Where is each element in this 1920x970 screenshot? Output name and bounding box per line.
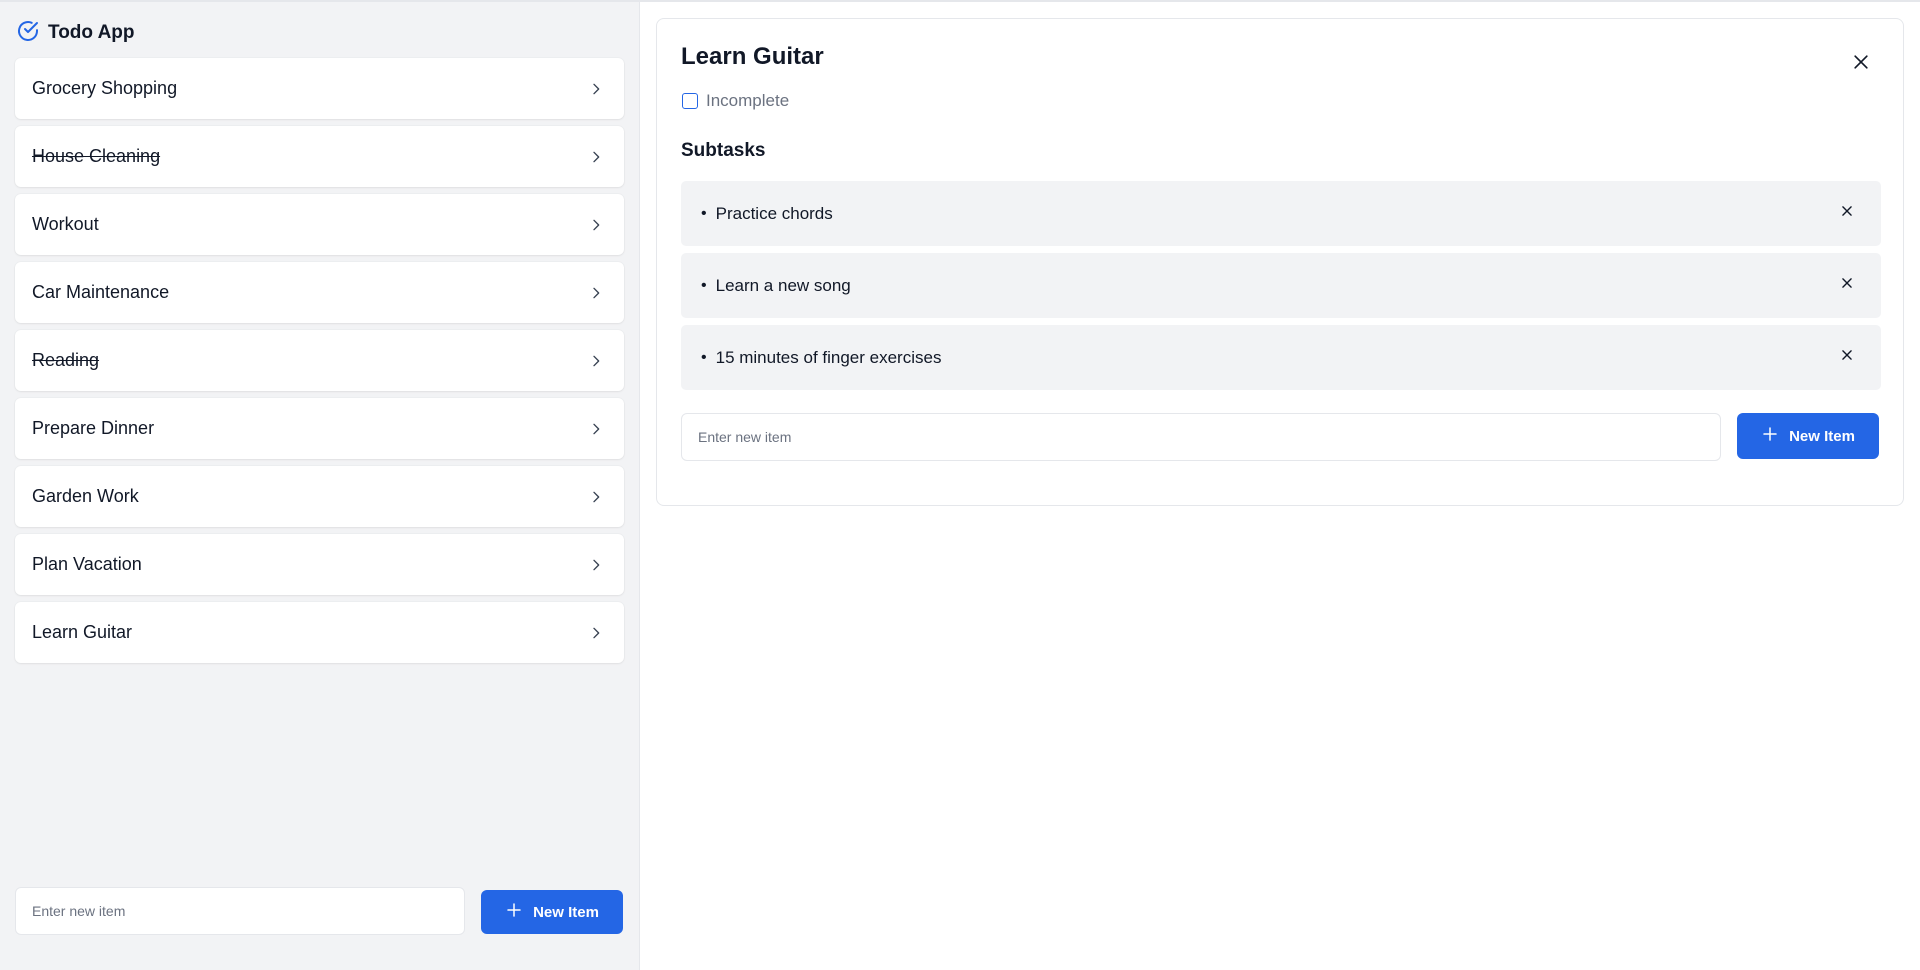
remove-subtask-button[interactable] bbox=[1837, 204, 1857, 224]
subtask-content: • Learn a new song bbox=[701, 276, 851, 296]
close-detail-button[interactable] bbox=[1849, 52, 1873, 76]
chevron-right-icon bbox=[588, 557, 604, 573]
todo-list-item-label: Workout bbox=[32, 214, 99, 234]
chevron-right-icon bbox=[588, 489, 604, 505]
subtask-item: • Practice chords bbox=[681, 181, 1881, 246]
todo-list-item-label: House Cleaning bbox=[32, 146, 161, 166]
todo-list-item[interactable]: Plan Vacation bbox=[15, 534, 624, 595]
new-subtask-input[interactable] bbox=[681, 413, 1721, 461]
todo-detail-card: Learn Guitar Incomplete Subtasks • Practi… bbox=[656, 18, 1904, 506]
remove-subtask-button[interactable] bbox=[1837, 276, 1857, 296]
todo-list-item[interactable]: Car Maintenance bbox=[15, 262, 624, 323]
chevron-right-icon bbox=[588, 81, 604, 97]
todo-list-item-label: Prepare Dinner bbox=[32, 418, 155, 438]
check-circle-icon bbox=[16, 19, 40, 48]
todo-list-item[interactable]: Garden Work bbox=[15, 466, 624, 527]
remove-subtask-button[interactable] bbox=[1837, 348, 1857, 368]
todo-list-item-label: Car Maintenance bbox=[32, 282, 170, 302]
subtask-list: • Practice chords • Learn a new song • 15 min… bbox=[681, 181, 1881, 397]
subtask-item: • Learn a new song bbox=[681, 253, 1881, 318]
todo-list-item[interactable]: Workout bbox=[15, 194, 624, 255]
plus-icon bbox=[505, 901, 523, 923]
chevron-right-icon bbox=[588, 353, 604, 369]
completion-status: Incomplete bbox=[682, 91, 789, 111]
todo-list-item[interactable]: Prepare Dinner bbox=[15, 398, 624, 459]
todo-list-item-label: Plan Vacation bbox=[32, 554, 142, 574]
subtasks-heading: Subtasks bbox=[681, 140, 766, 161]
subtask-text: Learn a new song bbox=[715, 275, 851, 295]
close-icon bbox=[1851, 52, 1871, 77]
chevron-right-icon bbox=[588, 421, 604, 437]
todo-list-item-label: Reading bbox=[32, 350, 100, 370]
completion-status-label: Incomplete bbox=[706, 91, 790, 110]
chevron-right-icon bbox=[588, 625, 604, 641]
subtask-item: • 15 minutes of finger exercises bbox=[681, 325, 1881, 390]
sidebar: Todo App Grocery Shopping House Cleaning W… bbox=[0, 2, 640, 970]
todo-list-item-label: Learn Guitar bbox=[32, 622, 133, 642]
add-subtask-button[interactable]: New Item bbox=[1737, 413, 1879, 459]
add-todo-button[interactable]: New Item bbox=[481, 890, 623, 934]
todo-list: Grocery Shopping House Cleaning Workout Car… bbox=[15, 58, 624, 670]
todo-list-item[interactable]: House Cleaning bbox=[15, 126, 624, 187]
bullet: • bbox=[701, 204, 707, 222]
plus-icon bbox=[1761, 425, 1779, 447]
add-subtask-button-label: New Item bbox=[1789, 427, 1855, 445]
bullet: • bbox=[701, 276, 707, 294]
chevron-right-icon bbox=[588, 285, 604, 301]
todo-list-item[interactable]: Learn Guitar bbox=[15, 602, 624, 663]
completed-checkbox[interactable] bbox=[682, 93, 698, 109]
subtask-text: Practice chords bbox=[715, 203, 833, 223]
todo-list-item[interactable]: Reading bbox=[15, 330, 624, 391]
todo-list-item[interactable]: Grocery Shopping bbox=[15, 58, 624, 119]
bullet: • bbox=[701, 348, 707, 366]
chevron-right-icon bbox=[588, 217, 604, 233]
app-title: Todo App bbox=[48, 22, 135, 43]
todo-list-item-label: Garden Work bbox=[32, 486, 139, 506]
detail-title: Learn Guitar bbox=[681, 43, 824, 70]
x-icon bbox=[1840, 348, 1854, 367]
subtask-content: • 15 minutes of finger exercises bbox=[701, 348, 941, 368]
x-icon bbox=[1840, 276, 1854, 295]
chevron-right-icon bbox=[588, 149, 604, 165]
new-todo-input[interactable] bbox=[15, 887, 465, 935]
x-icon bbox=[1840, 204, 1854, 223]
subtask-content: • Practice chords bbox=[701, 204, 833, 224]
app-brand: Todo App bbox=[16, 20, 135, 46]
todo-list-item-label: Grocery Shopping bbox=[32, 78, 178, 98]
add-todo-button-label: New Item bbox=[533, 903, 599, 921]
subtask-text: 15 minutes of finger exercises bbox=[715, 347, 942, 367]
